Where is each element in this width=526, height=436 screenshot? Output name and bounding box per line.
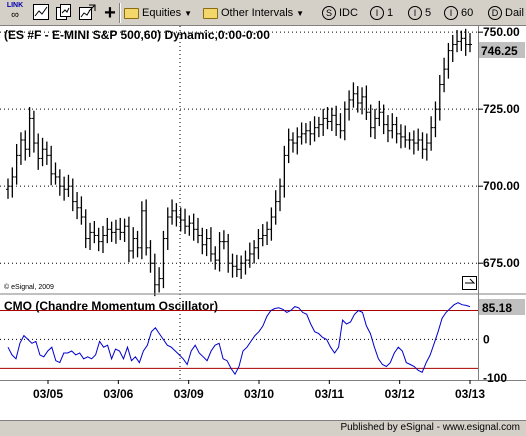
export-button[interactable] <box>78 3 98 23</box>
daily-label: Dail <box>505 7 524 19</box>
chart-canvas[interactable]: (ES #F - E-MINI S&P 500,60) Dynamic,0:00… <box>0 25 526 420</box>
plus-icon: + <box>104 2 116 24</box>
chart-icon <box>33 4 49 20</box>
other-intervals-dropdown[interactable]: Other Intervals ▼ <box>203 3 304 23</box>
daily-button[interactable]: D Dail <box>488 3 524 23</box>
cmo-title: CMO (Chandre Momentum Oscillator) <box>4 299 218 313</box>
price-chart-title: (ES #F - E-MINI S&P 500,60) Dynamic,0:00… <box>4 28 270 42</box>
interval-1-button[interactable]: I 1 <box>370 3 393 23</box>
chart-area[interactable]: (ES #F - E-MINI S&P 500,60) Dynamic,0:00… <box>0 25 526 420</box>
interval-5-label: 5 <box>425 7 432 19</box>
copy-icon <box>56 4 71 20</box>
price-tick-label: 675.00 <box>483 256 520 270</box>
export-icon <box>79 4 96 20</box>
footer-credit: Published by eSignal - www.esignal.com <box>340 422 520 433</box>
x-tick-label: 03/05 <box>33 387 63 401</box>
folder-icon <box>203 7 218 19</box>
other-intervals-label: Other Intervals <box>221 7 294 19</box>
esignal-watermark: © eSignal, 2009 <box>4 283 54 291</box>
interval-60-label: 60 <box>461 7 474 19</box>
cmo-tick-label: 0 <box>483 332 490 346</box>
interval-60-button[interactable]: I 60 <box>444 3 473 23</box>
idc-button[interactable]: S IDC <box>322 3 358 23</box>
x-tick-label: 03/11 <box>315 387 345 401</box>
footer: Published by eSignal - www.esignal.com <box>0 420 526 436</box>
x-tick-label: 03/09 <box>174 387 204 401</box>
x-tick-label: 03/13 <box>455 387 485 401</box>
equities-label: Equities <box>142 7 182 19</box>
x-tick-label: 03/06 <box>103 387 133 401</box>
link-button[interactable]: LINK ∞ <box>4 2 26 22</box>
cmo-last-value-label: 85.18 <box>482 301 512 315</box>
idc-label: IDC <box>339 7 358 19</box>
interval-5-button[interactable]: I 5 <box>408 3 431 23</box>
cmo-tick-label: -100 <box>483 371 507 385</box>
d-circle-icon: D <box>488 6 502 20</box>
i-circle-icon: I <box>444 6 458 20</box>
interval-1-label: 1 <box>387 7 394 19</box>
copy-chart-button[interactable] <box>55 3 75 23</box>
chevron-down-icon: ▼ <box>296 8 305 18</box>
x-tick-label: 03/12 <box>385 387 415 401</box>
x-tick-label: 03/10 <box>244 387 274 401</box>
chain-link-icon: ∞ <box>11 9 19 21</box>
price-tick-label: 700.00 <box>483 179 520 193</box>
price-tick-label: 750.00 <box>483 26 520 39</box>
folder-icon <box>124 7 139 19</box>
i-circle-icon: I <box>408 6 422 20</box>
last-price-label: 746.25 <box>481 44 518 58</box>
toolbar: LINK ∞ + Equities ▼ Other Intervals ▼ S … <box>0 0 526 26</box>
s-circle-icon: S <box>322 6 336 20</box>
i-circle-icon: I <box>370 6 384 20</box>
chevron-down-icon: ▼ <box>184 8 193 18</box>
add-button[interactable]: + <box>100 3 120 23</box>
scroll-right-icon[interactable] <box>462 276 477 290</box>
chart-properties-button[interactable] <box>32 3 52 23</box>
equities-dropdown[interactable]: Equities ▼ <box>124 3 192 23</box>
price-tick-label: 725.00 <box>483 102 520 116</box>
